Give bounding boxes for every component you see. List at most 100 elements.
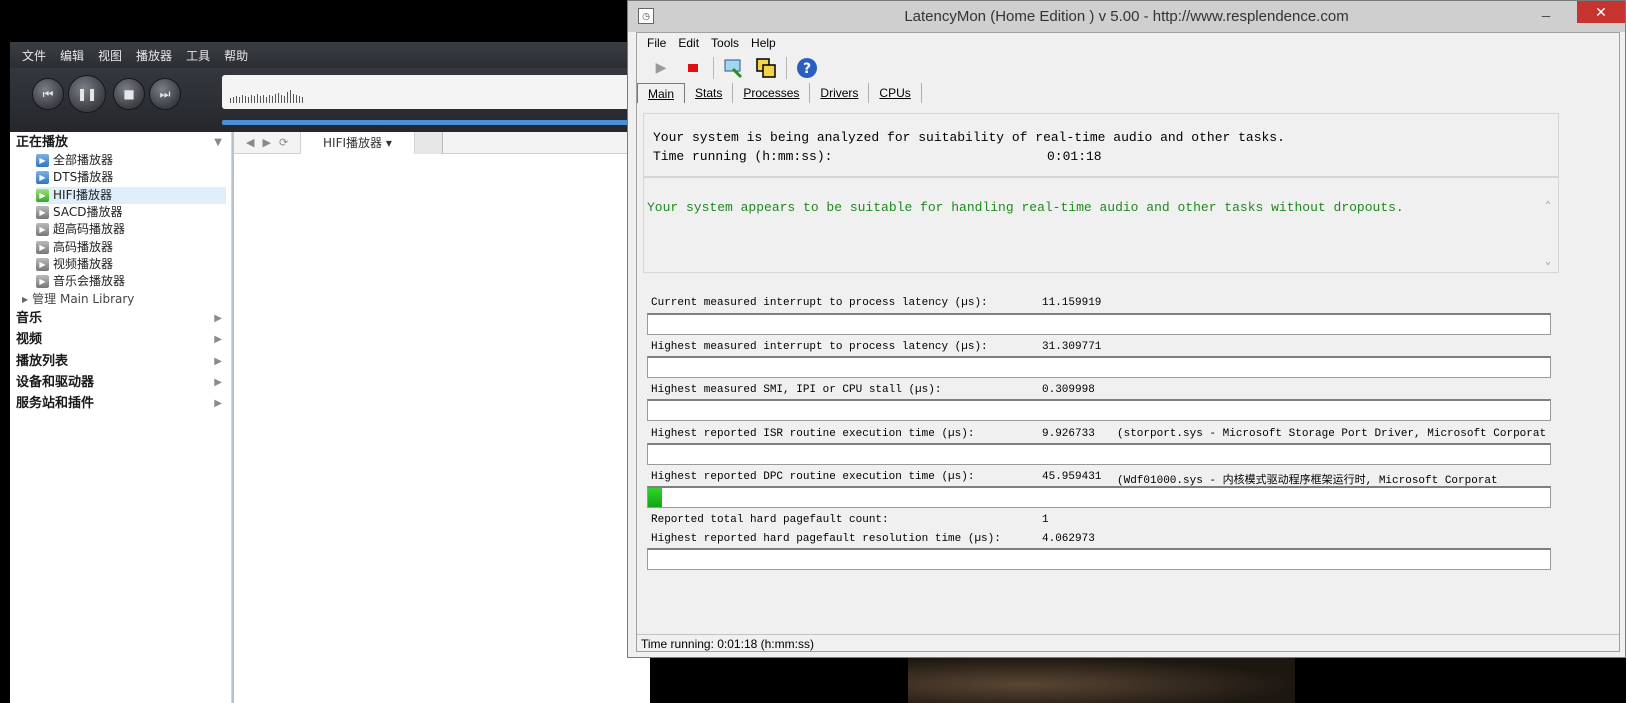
new-tab-button[interactable] (414, 131, 443, 154)
tab-processes[interactable]: Processes (733, 83, 811, 103)
player-content-area: ◀ ▶ ⟳ HIFI播放器 ▾ (234, 131, 650, 703)
sidebar-section-playlists[interactable]: 播放列表 ▶ (16, 352, 226, 372)
sidebar-section-devices[interactable]: 设备和驱动器 ▶ (16, 373, 226, 393)
sidebar-item-label: 视频播放器 (53, 257, 114, 271)
title-bar: ◷ LatencyMon (Home Edition ) v 5.00 - ht… (628, 1, 1625, 32)
sidebar-item-label: 音乐会播放器 (53, 274, 126, 288)
forward-icon[interactable]: ▶ (262, 136, 270, 149)
sidebar-item-video-player[interactable]: ▶ 视频播放器 (36, 256, 226, 273)
next-icon: ⏭ (159, 86, 171, 101)
close-icon: ✕ (1595, 4, 1607, 20)
verdict-scrollbar[interactable]: ⌃ ⌄ (1542, 178, 1558, 272)
next-button[interactable]: ⏭ (149, 78, 181, 110)
tab-strip: Main Stats Processes Drivers CPUs (637, 83, 1619, 103)
section-label: 服务站和插件 (16, 396, 95, 411)
sidebar-item-sacd-player[interactable]: ▶ SACD播放器 (36, 204, 226, 221)
sidebar-item-label: 管理 Main Library (32, 292, 135, 306)
metric-label: Highest measured interrupt to process la… (651, 341, 988, 353)
sidebar-item-label: 全部播放器 (53, 153, 114, 167)
metric-label: Highest reported ISR routine execution t… (651, 428, 975, 440)
expand-arrow-icon[interactable]: ▶ (214, 373, 222, 393)
stop-button[interactable] (681, 56, 705, 80)
app-icon[interactable]: ◷ (638, 8, 654, 24)
minimize-button[interactable]: ─ (1539, 9, 1553, 23)
help-button[interactable]: ? (795, 56, 819, 80)
content-tabbar: ◀ ▶ ⟳ HIFI播放器 ▾ (234, 131, 650, 154)
expand-arrow-icon[interactable]: ▶ (22, 291, 28, 308)
sidebar-item-hifi-player[interactable]: ▶ HIFI播放器 (36, 187, 226, 204)
latency-bar-fill (648, 488, 662, 507)
latency-bar (647, 313, 1551, 335)
time-running-label: Time running (h:mm:ss): (653, 149, 833, 164)
tab-stats[interactable]: Stats (685, 83, 734, 103)
stop-button[interactable]: ■ (113, 78, 145, 110)
metric-label: Highest reported DPC routine execution t… (651, 471, 975, 483)
tab-cpus[interactable]: CPUs (869, 83, 922, 103)
menu-help[interactable]: Help (751, 36, 776, 50)
windows-tool-button[interactable] (754, 56, 778, 80)
stop-icon: ■ (123, 87, 135, 101)
sidebar-item-high-bitrate-player[interactable]: ▶ 高码播放器 (36, 239, 226, 256)
play-icon: ▶ (36, 171, 49, 184)
pause-button[interactable]: ❚❚ (68, 75, 106, 113)
menu-file[interactable]: File (647, 36, 666, 50)
menu-player[interactable]: 播放器 (136, 47, 172, 64)
sidebar-section-services[interactable]: 服务站和插件 ▶ (16, 394, 226, 414)
scroll-up-icon[interactable]: ⌃ (1545, 200, 1551, 212)
collapse-arrow-icon[interactable]: ▼ (214, 133, 222, 153)
previous-button[interactable]: ⏮ (32, 78, 64, 110)
sidebar-item-dts-player[interactable]: ▶ DTS播放器 (36, 169, 226, 186)
play-icon: ▶ (36, 275, 49, 288)
verdict-box: Your system appears to be suitable for h… (643, 177, 1559, 273)
start-button[interactable]: ▶ (649, 56, 673, 80)
section-label: 播放列表 (16, 354, 69, 369)
metric-value: 9.926733 (1042, 428, 1095, 440)
expand-arrow-icon[interactable]: ▶ (214, 352, 222, 372)
sidebar-item-all-players[interactable]: ▶ 全部播放器 (36, 152, 226, 169)
menu-tools[interactable]: Tools (711, 36, 739, 50)
menu-help[interactable]: 帮助 (224, 47, 248, 64)
menu-tools[interactable]: 工具 (186, 47, 210, 64)
drivers-tool-button[interactable] (722, 56, 746, 80)
menu-edit[interactable]: 编辑 (60, 47, 84, 64)
scroll-down-icon[interactable]: ⌄ (1545, 256, 1551, 268)
stop-icon (688, 64, 698, 72)
pagefault-time-label: Highest reported hard pagefault resoluti… (651, 533, 1001, 545)
sidebar-item-label: SACD播放器 (53, 205, 123, 219)
menu-file[interactable]: 文件 (22, 47, 46, 64)
metric-value: 31.309771 (1042, 341, 1102, 353)
toolbar-separator (713, 57, 714, 79)
main-panel: Your system is being analyzed for suitab… (643, 113, 1559, 613)
spectrum-visualizer (230, 90, 303, 103)
refresh-icon[interactable]: ⟳ (279, 136, 288, 149)
menu-edit[interactable]: Edit (678, 36, 699, 50)
menu-view[interactable]: 视图 (98, 47, 122, 64)
latency-bar (647, 356, 1551, 378)
client-area: File Edit Tools Help ▶ ? Main Stats Proc… (636, 32, 1620, 652)
metric-value: 11.159919 (1042, 297, 1102, 309)
verdict-text: Your system appears to be suitable for h… (647, 200, 1404, 215)
close-button[interactable]: ✕ (1577, 1, 1625, 23)
window-title: LatencyMon (Home Edition ) v 5.00 - http… (904, 8, 1349, 25)
previous-icon: ⏮ (42, 86, 54, 101)
tab-main[interactable]: Main (637, 83, 686, 103)
sidebar-item-concert-player[interactable]: ▶ 音乐会播放器 (36, 273, 226, 290)
tab-drivers[interactable]: Drivers (810, 83, 870, 103)
sidebar-now-playing[interactable]: 正在播放 ▼ (16, 133, 226, 153)
sidebar-item-label: DTS播放器 (53, 170, 114, 184)
sidebar-item-ultra-bitrate-player[interactable]: ▶ 超高码播放器 (36, 221, 226, 238)
play-icon: ▶ (36, 189, 49, 202)
pagefault-count-value: 1 (1042, 514, 1049, 526)
expand-arrow-icon[interactable]: ▶ (214, 309, 222, 329)
tab-hifi-player[interactable]: HIFI播放器 ▾ (300, 131, 415, 154)
windows-icon (756, 58, 776, 78)
seek-bar[interactable] (222, 120, 650, 125)
expand-arrow-icon[interactable]: ▶ (214, 330, 222, 350)
latency-bar (647, 399, 1551, 421)
sidebar-section-video[interactable]: 视频 ▶ (16, 330, 226, 350)
expand-arrow-icon[interactable]: ▶ (214, 394, 222, 414)
status-bar: Time running: 0:01:18 (h:mm:ss) (637, 634, 1619, 653)
back-icon[interactable]: ◀ (246, 136, 254, 149)
sidebar-item-main-library[interactable]: ▶ 管理 Main Library (22, 291, 212, 308)
sidebar-section-music[interactable]: 音乐 ▶ (16, 309, 226, 329)
